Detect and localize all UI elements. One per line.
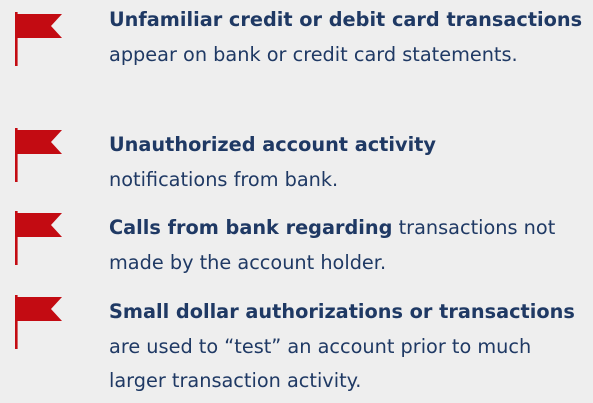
flag-item-bold-text: Unauthorized account activity bbox=[109, 133, 436, 156]
flag-item-text: Calls from bank regarding transactions n… bbox=[109, 211, 584, 280]
flag-item-body-text: are used to “test” an account prior to m… bbox=[109, 334, 532, 393]
flag-item-text: Unfamiliar credit or debit card transact… bbox=[109, 3, 584, 72]
flag-item-bold-text: Unfamiliar credit or debit card transact… bbox=[109, 8, 583, 31]
flag-item-text: Small dollar authorizations or transacti… bbox=[109, 295, 584, 399]
red-flag-icon bbox=[15, 211, 62, 265]
red-flag-icon bbox=[15, 12, 62, 66]
flag-item-text: Unauthorized account activity notificatio… bbox=[109, 128, 584, 197]
red-flag-list: Unfamiliar credit or debit card transact… bbox=[0, 0, 593, 403]
red-flag-icon bbox=[15, 128, 62, 182]
flag-item-bold-text: Calls from bank regarding bbox=[109, 216, 393, 239]
red-flag-icon bbox=[15, 295, 62, 349]
flag-item-body-text: appear on bank or credit card statements… bbox=[109, 42, 518, 66]
flag-item-body-text: notifications from bank. bbox=[109, 167, 339, 191]
flag-item-bold-text: Small dollar authorizations or transacti… bbox=[109, 300, 575, 323]
